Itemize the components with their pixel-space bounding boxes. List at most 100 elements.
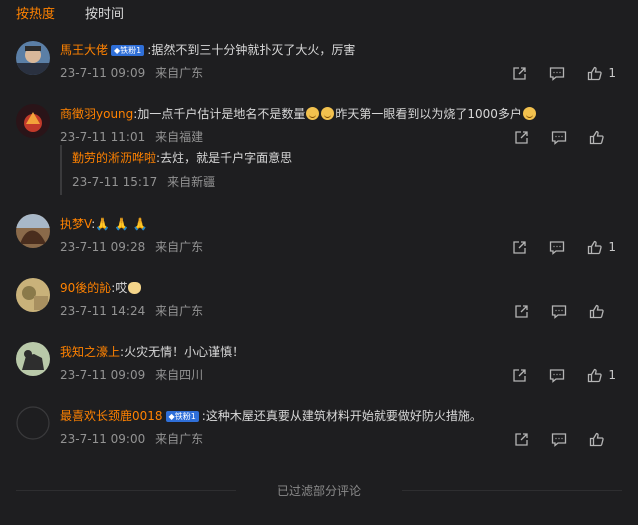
comment-text: 🙏 🙏 🙏 xyxy=(95,217,148,231)
comment-location: 来自广东 xyxy=(155,66,204,80)
share-button[interactable] xyxy=(514,304,529,319)
comment-text: 据然不到三十分钟就扑灭了大火，厉害 xyxy=(151,43,356,57)
share-button[interactable] xyxy=(512,240,527,255)
reply-text-line: 勤劳的淅沥哗啦:去炷，就是千户字面意思 xyxy=(72,150,292,166)
comment-text-line: 我知之濠上:火灾无情！小心谨慎！ xyxy=(60,344,244,360)
like-count: 1 xyxy=(608,240,616,254)
share-button[interactable] xyxy=(512,368,527,383)
comment-text-line: 90後的訫:哎 xyxy=(60,280,142,296)
comment-location: 来自福建 xyxy=(155,130,204,144)
comment-date: 23-7-11 11:01 xyxy=(60,130,146,144)
comment-date: 23-7-11 09:00 xyxy=(60,432,146,446)
comment-text: 火灾无情！小心谨慎！ xyxy=(124,345,245,359)
laughing-emoji-icon xyxy=(522,107,536,120)
comment-text: 这种木屋还真要从建筑材料开始就要做好防火措施。 xyxy=(205,409,482,423)
share-icon xyxy=(513,66,527,80)
comment-button[interactable] xyxy=(551,304,567,319)
thumbs-up-icon xyxy=(589,304,604,318)
comment-actions: 1 xyxy=(490,65,616,81)
laughing-emoji-icon xyxy=(321,107,335,120)
username[interactable]: 我知之濠上 xyxy=(60,345,120,359)
thumbs-up-icon xyxy=(588,368,603,382)
badge-label: 铁粉1 xyxy=(174,412,196,421)
like-button[interactable]: 1 xyxy=(587,240,616,255)
avatar[interactable] xyxy=(16,41,50,75)
username[interactable]: 馬王大佬 xyxy=(60,43,108,57)
comment-button[interactable] xyxy=(551,130,567,145)
share-icon xyxy=(513,240,527,254)
thumbs-up-icon xyxy=(589,130,604,144)
comment-text-line: 馬王大佬 ◆铁粉1:据然不到三十分钟就扑灭了大火，厉害 xyxy=(60,42,355,58)
comment-date: 23-7-11 14:24 xyxy=(60,304,146,318)
comment-text-line: 执梦V:🙏 🙏 🙏 xyxy=(60,216,156,232)
comment-text-line: 商徵羽young:加一点千户估计是地名不是数量 昨天第一眼看到以为烧了1000多户 xyxy=(60,106,537,122)
avatar[interactable] xyxy=(16,214,50,248)
comment-meta: 23-7-11 14:24 来自广东 xyxy=(60,303,203,319)
comment-actions xyxy=(492,431,616,447)
comment-button[interactable] xyxy=(549,368,565,383)
comment-icon xyxy=(551,130,567,145)
like-button[interactable]: 1 xyxy=(587,368,616,383)
reply-meta: 23-7-11 15:17 来自新疆 xyxy=(72,174,215,190)
share-button[interactable] xyxy=(514,130,529,145)
comment-button[interactable] xyxy=(549,240,565,255)
reply-thread: 勤劳的淅沥哗啦:去炷，就是千户字面意思 23-7-11 15:17 来自新疆 xyxy=(60,145,292,195)
comment-actions: 1 xyxy=(490,367,616,383)
like-count: 1 xyxy=(608,66,616,80)
comment-date: 23-7-11 09:09 xyxy=(60,66,146,80)
comment-icon xyxy=(550,66,565,81)
comment-icon xyxy=(550,368,565,383)
like-count: 1 xyxy=(608,368,616,382)
like-button[interactable] xyxy=(589,304,616,319)
laughing-emoji-icon xyxy=(306,107,320,120)
comment-text: 哎 xyxy=(115,281,128,295)
share-icon xyxy=(515,432,528,446)
comment-button[interactable] xyxy=(549,66,565,81)
username[interactable]: 最喜欢长颈鹿0018 xyxy=(60,409,163,423)
comment-date: 23-7-11 09:09 xyxy=(60,368,146,382)
avatar[interactable] xyxy=(16,104,50,138)
filtered-comments-notice: 已过滤部分评论 xyxy=(276,484,361,498)
comment-meta: 23-7-11 09:28 来自广东 xyxy=(60,239,203,255)
tab-time[interactable]: 按时间 xyxy=(85,6,124,26)
share-button[interactable] xyxy=(514,432,529,447)
comment-meta: 23-7-11 09:09 来自广东 xyxy=(60,65,203,81)
share-button[interactable] xyxy=(512,66,527,81)
comment-actions: 1 xyxy=(490,239,616,255)
reply-location: 来自新疆 xyxy=(167,175,216,189)
badge-label: 铁粉1 xyxy=(120,46,142,55)
like-button[interactable] xyxy=(589,130,616,145)
username[interactable]: 商徵羽young xyxy=(60,107,133,121)
comment-location: 来自广东 xyxy=(155,240,204,254)
comment-meta: 23-7-11 09:00 来自广东 xyxy=(60,431,203,447)
comment-icon xyxy=(550,240,565,255)
fan-badge: ◆铁粉1 xyxy=(111,45,145,56)
share-icon xyxy=(515,304,528,318)
reply-date: 23-7-11 15:17 xyxy=(72,175,158,189)
comment-actions xyxy=(492,129,616,145)
tab-hot[interactable]: 按热度 xyxy=(16,6,55,26)
sort-tabs: 按热度 按时间 xyxy=(16,6,154,26)
avatar[interactable] xyxy=(16,342,50,376)
username[interactable]: 90後的訫 xyxy=(60,281,111,295)
comment-text-line: 最喜欢长颈鹿0018 ◆铁粉1:这种木屋还真要从建筑材料开始就要做好防火措施。 xyxy=(60,408,482,424)
cat-emoji-icon xyxy=(128,282,142,294)
comment-location: 来自四川 xyxy=(155,368,204,382)
comment-button[interactable] xyxy=(551,432,567,447)
reply-text: 去炷，就是千户字面意思 xyxy=(160,151,293,165)
comment-location: 来自广东 xyxy=(155,304,204,318)
comment-icon xyxy=(551,304,567,319)
share-icon xyxy=(515,130,528,144)
share-icon xyxy=(513,368,527,382)
like-button[interactable]: 1 xyxy=(587,66,616,81)
thumbs-up-icon xyxy=(588,66,603,80)
fan-badge: ◆铁粉1 xyxy=(165,411,199,422)
reply-username[interactable]: 勤劳的淅沥哗啦 xyxy=(72,151,156,165)
comment-meta: 23-7-11 09:09 来自四川 xyxy=(60,367,203,383)
thumbs-up-icon xyxy=(588,240,603,254)
username[interactable]: 执梦V xyxy=(60,217,91,231)
avatar[interactable] xyxy=(16,406,50,440)
avatar[interactable] xyxy=(16,278,50,312)
like-button[interactable] xyxy=(589,432,616,447)
thumbs-up-icon xyxy=(589,432,604,446)
